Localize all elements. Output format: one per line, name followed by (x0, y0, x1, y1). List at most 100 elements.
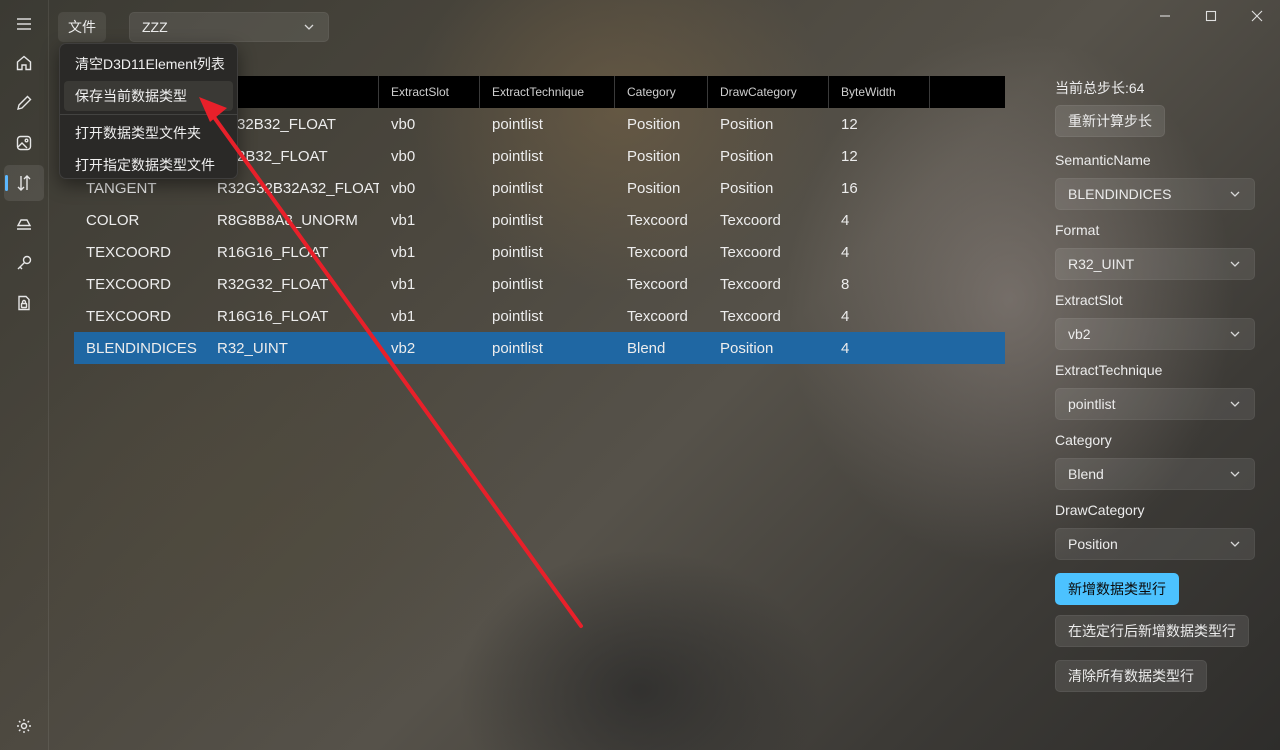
preset-combo-value: ZZZ (142, 19, 168, 35)
draw-category-combo[interactable]: Position (1055, 528, 1255, 560)
table-row[interactable]: TEXCOORD R16G16_FLOAT vb1 pointlist Texcoord… (74, 236, 1005, 268)
image-icon[interactable] (4, 125, 44, 161)
table-cell: pointlist (492, 179, 543, 197)
hamburger-menu-icon[interactable] (4, 6, 44, 42)
chevron-down-icon (1230, 471, 1240, 477)
column-header[interactable]: DrawCategory (708, 76, 829, 108)
menu-item-open-type-file[interactable]: 打开指定数据类型文件 (64, 150, 233, 180)
minimize-icon (1160, 15, 1170, 17)
table-cell: pointlist (492, 307, 543, 325)
settings-gear-icon[interactable] (4, 708, 44, 744)
extract-technique-value: pointlist (1068, 396, 1116, 412)
table-cell: Position (720, 179, 774, 197)
table-cell: 4 (841, 307, 850, 325)
add-after-selected-button[interactable]: 在选定行后新增数据类型行 (1055, 615, 1249, 647)
category-label: Category (1055, 432, 1112, 448)
table-row[interactable]: BLENDINDICES R32_UINT vb2 pointlist Blend Pos… (74, 332, 1005, 364)
column-header[interactable]: ByteWidth (829, 76, 930, 108)
table-cell: vb0 (391, 147, 416, 165)
table-cell: Texcoord (720, 307, 781, 325)
clear-all-rows-button[interactable]: 清除所有数据类型行 (1055, 660, 1207, 692)
table-cell: pointlist (492, 147, 543, 165)
column-header[interactable]: ExtractSlot (379, 76, 480, 108)
table-cell: Position (720, 147, 774, 165)
total-stride-label: 当前总步长:64 (1055, 80, 1145, 96)
table-cell: vb0 (391, 179, 416, 197)
menu-item-save-data-type[interactable]: 保存当前数据类型 (64, 81, 233, 111)
chevron-down-icon (1230, 541, 1240, 547)
maximize-button[interactable] (1200, 6, 1222, 26)
table-cell: vb0 (391, 115, 416, 133)
table-cell: Texcoord (720, 243, 781, 261)
close-button[interactable] (1246, 6, 1268, 26)
table-cell: R32G32B32A32_FLOAT (217, 179, 379, 197)
semantic-name-label: SemanticName (1055, 152, 1151, 168)
table-cell: R16G16_FLOAT (217, 307, 329, 325)
table-cell: Texcoord (720, 211, 781, 229)
menu-item-clear-elements[interactable]: 清空D3D11Element列表 (64, 49, 233, 79)
home-icon[interactable] (4, 45, 44, 81)
semantic-name-value: BLENDINDICES (1068, 186, 1172, 202)
table-cell: Texcoord (627, 211, 688, 229)
table-cell: 12 (841, 115, 858, 133)
table-cell: pointlist (492, 115, 543, 133)
recalc-stride-button[interactable]: 重新计算步长 (1055, 105, 1165, 137)
table-cell: R16G16_FLOAT (217, 243, 329, 261)
draw-category-label: DrawCategory (1055, 502, 1145, 518)
table-cell: R32G32_FLOAT (217, 275, 329, 293)
chevron-down-icon (1230, 401, 1240, 407)
extract-slot-value: vb2 (1068, 326, 1091, 342)
file-menu-button[interactable]: 文件 (58, 12, 106, 42)
chevron-down-icon (1230, 261, 1240, 267)
file-dropdown-menu: 清空D3D11Element列表 保存当前数据类型 打开数据类型文件夹 打开指定… (59, 43, 238, 179)
table-cell: TEXCOORD (86, 307, 172, 325)
table-cell: TEXCOORD (86, 275, 172, 293)
table-cell: Texcoord (627, 243, 688, 261)
table-cell: 4 (841, 339, 850, 357)
table-row[interactable]: TEXCOORD R16G16_FLOAT vb1 pointlist Texcoord… (74, 300, 1005, 332)
menu-item-open-type-folder[interactable]: 打开数据类型文件夹 (64, 118, 233, 148)
minimize-button[interactable] (1154, 6, 1176, 26)
table-cell: Position (627, 179, 681, 197)
pencil-icon[interactable] (4, 85, 44, 121)
table-row[interactable]: TEXCOORD R32G32_FLOAT vb1 pointlist Texcoord… (74, 268, 1005, 300)
table-cell: Blend (627, 339, 666, 357)
table-cell: Position (627, 147, 681, 165)
table-cell: vb2 (391, 339, 416, 357)
nav-rail (0, 0, 49, 750)
table-cell: pointlist (492, 211, 543, 229)
extract-slot-label: ExtractSlot (1055, 292, 1123, 308)
table-cell: Texcoord (720, 275, 781, 293)
table-cell: vb1 (391, 243, 416, 261)
chevron-down-icon (1230, 331, 1240, 337)
maximize-icon (1205, 10, 1217, 22)
layers-icon[interactable] (4, 205, 44, 241)
sort-arrows-icon[interactable] (4, 165, 44, 201)
format-label: Format (1055, 222, 1100, 238)
extract-technique-combo[interactable]: pointlist (1055, 388, 1255, 420)
extract-technique-label: ExtractTechnique (1055, 362, 1163, 378)
column-header[interactable]: Category (615, 76, 708, 108)
format-combo[interactable]: R32_UINT (1055, 248, 1255, 280)
add-row-button[interactable]: 新增数据类型行 (1055, 573, 1179, 605)
table-cell: TANGENT (86, 179, 157, 197)
table-cell: Texcoord (627, 275, 688, 293)
category-combo[interactable]: Blend (1055, 458, 1255, 490)
key-icon[interactable] (4, 245, 44, 281)
semantic-name-combo[interactable]: BLENDINDICES (1055, 178, 1255, 210)
draw-category-value: Position (1068, 536, 1118, 552)
lock-file-icon[interactable] (4, 285, 44, 321)
extract-slot-combo[interactable]: vb2 (1055, 318, 1255, 350)
preset-combo[interactable]: ZZZ (129, 12, 329, 42)
table-cell: pointlist (492, 243, 543, 261)
table-cell: vb1 (391, 211, 416, 229)
table-cell: Position (627, 115, 681, 133)
table-cell: 12 (841, 147, 858, 165)
column-header[interactable] (930, 76, 1005, 108)
table-cell: 8 (841, 275, 850, 293)
table-cell: Texcoord (627, 307, 688, 325)
table-row[interactable]: COLOR R8G8B8A8_UNORM vb1 pointlist Texcoord T… (74, 204, 1005, 236)
menu-separator (60, 114, 237, 115)
format-value: R32_UINT (1068, 256, 1135, 272)
column-header[interactable]: ExtractTechnique (480, 76, 615, 108)
